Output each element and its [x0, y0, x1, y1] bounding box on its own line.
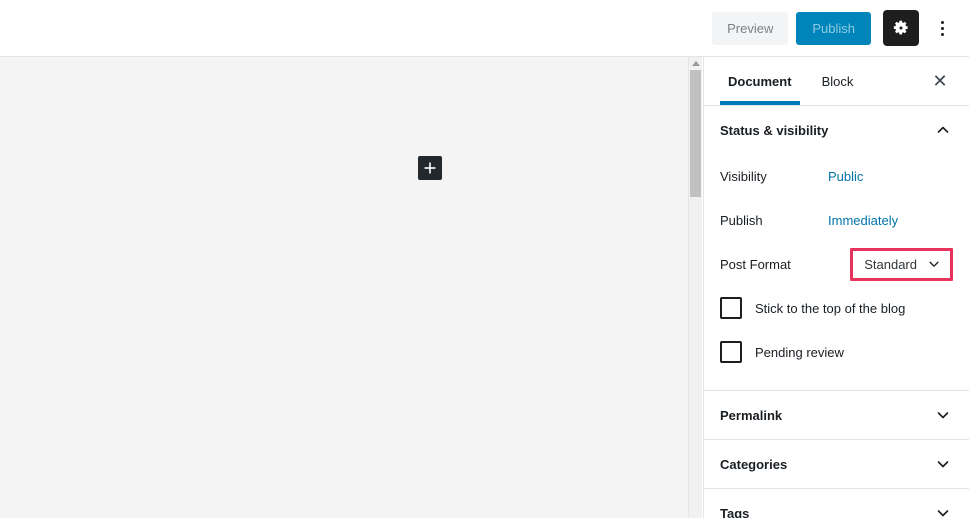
kebab-menu-icon-dot	[940, 26, 944, 30]
editor-header-toolbar: Preview Publish	[0, 0, 969, 57]
header-actions: Preview Publish	[712, 10, 957, 46]
row-publish: Publish Immediately	[720, 198, 953, 242]
editor-window: Preview Publish Document Block ✕ Status …	[0, 0, 969, 518]
chevron-down-icon	[933, 405, 953, 425]
sticky-checkbox-label: Stick to the top of the blog	[755, 300, 906, 316]
row-post-format: Post Format Standard	[720, 242, 953, 286]
more-options-button[interactable]	[927, 10, 957, 46]
block-inserter-button[interactable]	[418, 156, 442, 180]
panel-categories: Categories	[704, 440, 969, 489]
post-format-selected-value: Standard	[864, 256, 917, 272]
panel-permalink: Permalink	[704, 391, 969, 440]
kebab-menu-icon	[940, 20, 944, 24]
publish-button[interactable]: Publish	[796, 11, 871, 45]
settings-button[interactable]	[883, 10, 919, 46]
tab-document[interactable]: Document	[720, 57, 800, 105]
visibility-label: Visibility	[720, 168, 767, 184]
panel-title: Categories	[720, 456, 788, 472]
editor-canvas[interactable]	[0, 57, 688, 518]
close-sidebar-button[interactable]: ✕	[927, 68, 953, 94]
kebab-menu-icon-dot	[940, 32, 944, 36]
plus-icon	[423, 161, 437, 175]
post-format-select[interactable]: Standard	[858, 254, 945, 274]
sticky-checkbox[interactable]	[720, 297, 742, 319]
panel-title: Tags	[720, 505, 750, 518]
pending-review-checkbox[interactable]	[720, 341, 742, 363]
sidebar-tabbar: Document Block ✕	[704, 57, 969, 106]
chevron-down-icon	[933, 503, 953, 518]
visibility-value-button[interactable]: Public	[828, 169, 863, 184]
chevron-up-icon	[933, 120, 953, 140]
checkbox-row-pending-review[interactable]: Pending review	[720, 330, 953, 374]
panel-categories-header[interactable]: Categories	[704, 440, 969, 488]
post-format-label: Post Format	[720, 256, 791, 272]
post-format-highlight: Standard	[850, 247, 953, 281]
publish-label: Publish	[720, 212, 763, 228]
panel-status-and-visibility-body: Visibility Public Publish Immediately Po…	[704, 154, 969, 390]
preview-button[interactable]: Preview	[712, 11, 789, 45]
panel-status-and-visibility: Status & visibility Visibility Public Pu…	[704, 106, 969, 391]
row-visibility: Visibility Public	[720, 154, 953, 198]
panel-tags: Tags	[704, 489, 969, 518]
tab-block[interactable]: Block	[814, 57, 862, 105]
scrollbar-thumb[interactable]	[690, 70, 701, 197]
publish-value-button[interactable]: Immediately	[828, 213, 898, 228]
scroll-up-arrow-icon[interactable]	[689, 57, 702, 70]
panel-permalink-header[interactable]: Permalink	[704, 391, 969, 439]
panel-tags-header[interactable]: Tags	[704, 489, 969, 518]
panel-title: Permalink	[720, 407, 783, 423]
gear-icon	[892, 19, 910, 37]
settings-sidebar: Document Block ✕ Status & visibility Vis…	[703, 57, 969, 518]
chevron-down-icon	[927, 257, 941, 271]
checkbox-row-sticky[interactable]: Stick to the top of the blog	[720, 286, 953, 330]
panel-status-and-visibility-header[interactable]: Status & visibility	[704, 106, 969, 154]
pending-review-checkbox-label: Pending review	[755, 344, 844, 360]
canvas-scrollbar[interactable]	[688, 57, 702, 518]
chevron-down-icon	[933, 454, 953, 474]
panel-title: Status & visibility	[720, 122, 829, 138]
